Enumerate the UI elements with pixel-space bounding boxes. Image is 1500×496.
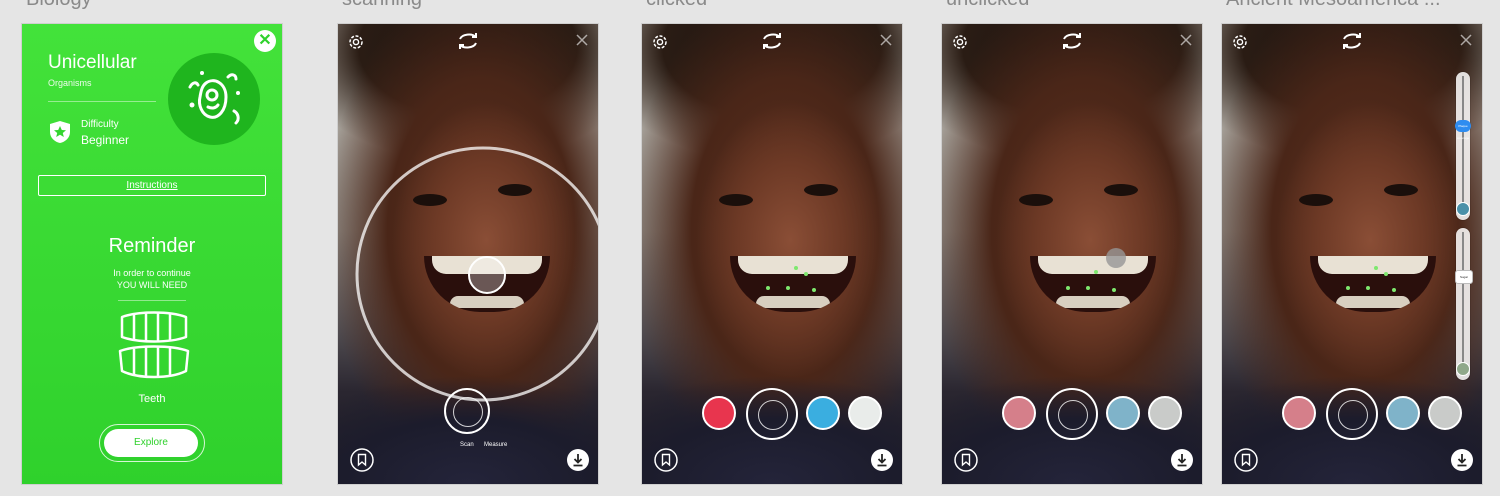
frame-title-scanning: scanning xyxy=(342,0,582,11)
slider-end-icon xyxy=(1456,362,1470,376)
scan-button[interactable] xyxy=(444,388,490,434)
camera-view-clicked[interactable] xyxy=(642,24,902,484)
frame-title-biology: Biology xyxy=(26,0,266,11)
settings-icon[interactable] xyxy=(650,32,670,52)
swap-camera-icon[interactable] xyxy=(759,31,785,51)
measure-label[interactable]: Measure xyxy=(484,442,507,448)
photo-mouth xyxy=(1030,256,1156,312)
tooth-marker[interactable] xyxy=(1346,286,1350,290)
tooth-marker[interactable] xyxy=(794,266,798,270)
swap-camera-icon[interactable] xyxy=(455,31,481,51)
scan-button[interactable] xyxy=(1046,388,1098,440)
photo-eye xyxy=(1019,194,1053,206)
option-button-bottle[interactable] xyxy=(1428,396,1462,430)
tooth-marker[interactable] xyxy=(1392,288,1396,292)
photo-eye xyxy=(804,184,838,196)
option-button-brush[interactable] xyxy=(1386,396,1420,430)
download-icon[interactable] xyxy=(566,448,590,472)
camera-view-sliders[interactable]: Plaque coverage Sugar xyxy=(1222,24,1482,484)
scan-button[interactable] xyxy=(1326,388,1378,440)
option-button-red[interactable] xyxy=(1002,396,1036,430)
photo-eye xyxy=(1299,194,1333,206)
bookmark-icon[interactable] xyxy=(954,448,978,472)
tooth-marker[interactable] xyxy=(1384,272,1388,276)
settings-icon[interactable] xyxy=(950,32,970,52)
sugar-slider-thumb[interactable]: Sugar xyxy=(1455,270,1473,284)
bookmark-icon[interactable] xyxy=(350,448,374,472)
tooth-marker[interactable] xyxy=(812,288,816,292)
microbe-icon xyxy=(168,53,260,145)
close-icon[interactable]: ✕ xyxy=(254,30,276,52)
photo-mouth xyxy=(1310,256,1436,312)
option-button-red[interactable] xyxy=(702,396,736,430)
swap-camera-icon[interactable] xyxy=(1339,31,1365,51)
photo-eye xyxy=(1104,184,1138,196)
settings-icon[interactable] xyxy=(1230,32,1250,52)
option-button-bottle[interactable] xyxy=(848,396,882,430)
divider xyxy=(118,300,186,301)
frame-title-clicked: clicked xyxy=(646,0,886,11)
divider xyxy=(48,101,156,102)
tooth-marker[interactable] xyxy=(1066,286,1070,290)
photo-eye xyxy=(1384,184,1418,196)
tooth-marker[interactable] xyxy=(766,286,770,290)
photo-eye xyxy=(719,194,753,206)
option-button-red[interactable] xyxy=(1282,396,1316,430)
frame-title-unclicked: unclicked xyxy=(946,0,1186,11)
tooth-marker[interactable] xyxy=(804,272,808,276)
option-button-brush[interactable] xyxy=(1106,396,1140,430)
tooth-marker[interactable] xyxy=(1086,286,1090,290)
slider-end-icon xyxy=(1456,202,1470,216)
photo-mouth xyxy=(730,256,856,312)
explore-button[interactable]: Explore xyxy=(104,429,198,457)
instructions-button[interactable]: Instructions xyxy=(38,175,266,196)
slider-rail xyxy=(1462,232,1464,374)
selection-marker[interactable] xyxy=(1106,248,1126,268)
teeth-icon xyxy=(118,311,190,379)
tooth-marker[interactable] xyxy=(1366,286,1370,290)
camera-view-unclicked[interactable] xyxy=(942,24,1202,484)
slider-rail xyxy=(1462,76,1464,214)
tooth-marker[interactable] xyxy=(1094,270,1098,274)
required-item-label: Teeth xyxy=(138,393,166,405)
settings-icon[interactable] xyxy=(346,32,366,52)
close-icon[interactable] xyxy=(575,33,589,47)
plaque-slider-thumb[interactable]: Plaque coverage xyxy=(1455,120,1471,140)
tooth-marker[interactable] xyxy=(1374,266,1378,270)
download-icon[interactable] xyxy=(870,448,894,472)
tooth-marker[interactable] xyxy=(786,286,790,290)
close-icon[interactable] xyxy=(879,33,893,47)
option-button-bottle[interactable] xyxy=(1148,396,1182,430)
close-icon[interactable] xyxy=(1179,33,1193,47)
download-icon[interactable] xyxy=(1170,448,1194,472)
camera-view-scanning[interactable]: Scan Measure xyxy=(338,24,598,484)
scan-focus-point[interactable] xyxy=(468,256,506,294)
frame-title-mesoamerica: Ancient Mesoamerica ... xyxy=(1226,0,1482,11)
difficulty-value: Beginner xyxy=(81,133,130,147)
lesson-panel: ✕ Unicellular Organisms Difficulty Begin… xyxy=(22,24,282,484)
bookmark-icon[interactable] xyxy=(654,448,678,472)
lesson-subtitle: Organisms xyxy=(48,78,92,88)
lesson-title: Unicellular xyxy=(48,52,137,73)
swap-camera-icon[interactable] xyxy=(1059,31,1085,51)
option-button-brush[interactable] xyxy=(806,396,840,430)
difficulty-label: Difficulty xyxy=(81,119,119,130)
reminder-heading: Reminder xyxy=(108,235,196,257)
bookmark-icon[interactable] xyxy=(1234,448,1258,472)
download-icon[interactable] xyxy=(1450,448,1474,472)
scan-button[interactable] xyxy=(746,388,798,440)
reminder-line-1: In order to continue xyxy=(113,268,191,278)
tooth-marker[interactable] xyxy=(1112,288,1116,292)
scan-label[interactable]: Scan xyxy=(460,442,474,448)
close-icon[interactable] xyxy=(1459,33,1473,47)
reminder-line-2: YOU WILL NEED xyxy=(116,280,188,290)
shield-star-icon xyxy=(50,121,70,143)
explore-button-ring: Explore xyxy=(99,424,205,462)
